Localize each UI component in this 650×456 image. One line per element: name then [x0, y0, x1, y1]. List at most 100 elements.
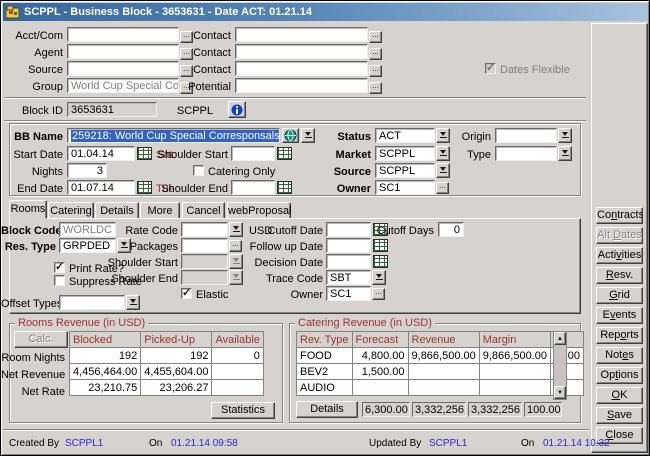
decision-date-calendar-icon[interactable]: [373, 255, 388, 268]
bb-name-label: BB Name: [1, 131, 63, 143]
sidebar-button-alt-dates[interactable]: Alt Dates: [596, 227, 643, 244]
tab-shoulder-end-dropdown-icon: [229, 270, 243, 285]
group-field[interactable]: World Cup Special Corresponsals: [67, 78, 179, 93]
hdr-owner-lookup-button[interactable]: [436, 182, 449, 194]
trace-code-field[interactable]: SBT: [326, 270, 371, 285]
total-revenue: 3,332,256.00: [412, 402, 466, 417]
agent-field[interactable]: [67, 44, 179, 59]
catering-revenue-table: Rev. Type Forecast Revenue Margin % FOOD…: [296, 331, 584, 396]
sidebar-button-events[interactable]: Events: [596, 307, 643, 324]
sidebar-button-ok[interactable]: OK: [596, 387, 643, 404]
tab-owner-lookup-button[interactable]: [372, 288, 385, 300]
tab-details[interactable]: Details: [95, 202, 139, 219]
nights-field[interactable]: 3: [67, 163, 107, 178]
hdr-owner-field[interactable]: SC1: [375, 180, 435, 195]
offset-types-dropdown-icon[interactable]: [126, 295, 140, 310]
contact2-field[interactable]: [235, 44, 368, 59]
end-date-field[interactable]: 01.07.14: [67, 180, 135, 195]
rate-code-field[interactable]: [181, 222, 228, 237]
packages-lookup-button[interactable]: [229, 240, 242, 252]
shoulder-end-calendar-icon[interactable]: [277, 181, 292, 194]
tab-shoulder-end-field[interactable]: [181, 270, 228, 285]
details-button[interactable]: Details: [296, 401, 358, 418]
sidebar-button-notes[interactable]: Notes: [596, 347, 643, 364]
potential-lookup-button[interactable]: [369, 82, 382, 94]
type-field[interactable]: [495, 146, 557, 161]
shoulder-start-calendar-icon[interactable]: [277, 147, 292, 160]
start-date-calendar-icon[interactable]: [137, 147, 152, 160]
tab-cancel[interactable]: Cancel: [182, 202, 225, 219]
cutoff-days-field[interactable]: 0: [438, 222, 464, 237]
status-field[interactable]: ACT: [375, 128, 435, 143]
contact2-lookup-button[interactable]: [369, 48, 382, 60]
catering-only-checkbox[interactable]: [193, 165, 204, 176]
agent-label: Agent: [1, 47, 63, 59]
market-field[interactable]: SCPPL: [375, 146, 435, 161]
follow-up-field[interactable]: [326, 238, 371, 253]
col-forecast: Forecast: [352, 332, 408, 348]
hdr-source-dropdown-icon[interactable]: [436, 163, 450, 178]
scroll-up-icon[interactable]: ▲: [554, 332, 566, 345]
bb-name-field[interactable]: 259218: World Cup Special Corresponsals: [67, 128, 280, 143]
sidebar-button-save[interactable]: Save: [596, 407, 643, 424]
contact3-lookup-button[interactable]: [369, 65, 382, 77]
sidebar-button-resv[interactable]: Resv.: [596, 267, 643, 284]
shoulder-end-field[interactable]: [231, 180, 275, 195]
sidebar-button-reports[interactable]: Reports: [596, 327, 643, 344]
total-pct: 100.00: [524, 402, 562, 417]
contact1-field[interactable]: [235, 27, 368, 42]
trace-code-dropdown-icon[interactable]: [372, 270, 386, 285]
source-field[interactable]: [67, 61, 179, 76]
origin-dropdown-icon[interactable]: [558, 128, 572, 143]
origin-field[interactable]: [495, 128, 557, 143]
print-rate-checkbox[interactable]: [54, 262, 65, 273]
shoulder-start-field[interactable]: [231, 146, 275, 161]
tab-rooms[interactable]: Rooms: [9, 200, 47, 219]
tab-catering[interactable]: Catering: [48, 202, 94, 219]
statistics-button[interactable]: Statistics: [211, 402, 275, 419]
tab-owner-field[interactable]: SC1: [326, 286, 371, 301]
end-date-calendar-icon[interactable]: [137, 181, 152, 194]
created-on-label: On: [149, 438, 167, 449]
acct-com-field[interactable]: [67, 27, 179, 42]
bev2-type: BEV2: [297, 364, 353, 380]
sidebar-button-grid[interactable]: Grid: [596, 287, 643, 304]
start-date-field[interactable]: 01.04.14: [67, 146, 135, 161]
food-margin: 9,866,500.00: [479, 348, 550, 364]
business-block-window: SCPPL - Business Block - 3653631 - Date …: [0, 0, 650, 456]
tab-shoulder-start-field[interactable]: [181, 254, 228, 269]
follow-up-calendar-icon[interactable]: [373, 239, 388, 252]
follow-up-label: Follow up Date: [246, 241, 323, 253]
decision-date-field[interactable]: [326, 254, 371, 269]
dates-flexible-checkbox[interactable]: [485, 63, 496, 74]
rooms-revenue-title: Rooms Revenue (in USD): [15, 317, 148, 329]
sidebar-button-activities[interactable]: Activities: [596, 247, 643, 264]
rate-code-dropdown-icon[interactable]: [229, 222, 243, 237]
suppress-rate-checkbox[interactable]: [54, 275, 65, 286]
info-button[interactable]: [228, 101, 246, 118]
potential-field[interactable]: [235, 78, 368, 93]
elastic-checkbox[interactable]: [181, 288, 192, 299]
catering-revenue-title: Catering Revenue (in USD): [295, 317, 435, 329]
contact1-lookup-button[interactable]: [369, 31, 382, 43]
offset-types-field[interactable]: [59, 295, 125, 310]
packages-field[interactable]: [181, 238, 228, 253]
type-dropdown-icon[interactable]: [558, 146, 572, 161]
sidebar-button-contracts[interactable]: Contracts: [596, 207, 643, 224]
calc-button[interactable]: Calc.: [14, 331, 68, 348]
scroll-down-icon[interactable]: ▼: [554, 386, 566, 399]
catering-scrollbar[interactable]: ▲ ▼: [553, 331, 567, 400]
contact2-label: Contact: [169, 47, 231, 59]
contact3-field[interactable]: [235, 61, 368, 76]
tab-more[interactable]: More: [140, 202, 180, 219]
col-picked-up: Picked-Up: [141, 332, 212, 348]
titlebar[interactable]: SCPPL - Business Block - 3653631 - Date …: [3, 3, 648, 21]
hdr-source-field[interactable]: SCPPL: [375, 163, 435, 178]
total-margin: 3,332,256.00: [468, 402, 522, 417]
tab-webproposal[interactable]: webProposal: [227, 202, 291, 219]
source-label: Source: [1, 64, 63, 76]
sidebar-button-options[interactable]: Options: [596, 367, 643, 384]
created-by-value: SCPPL1: [65, 438, 125, 449]
globe-button[interactable]: [282, 128, 299, 143]
created-on-value: 01.21.14 09:58: [171, 438, 261, 449]
